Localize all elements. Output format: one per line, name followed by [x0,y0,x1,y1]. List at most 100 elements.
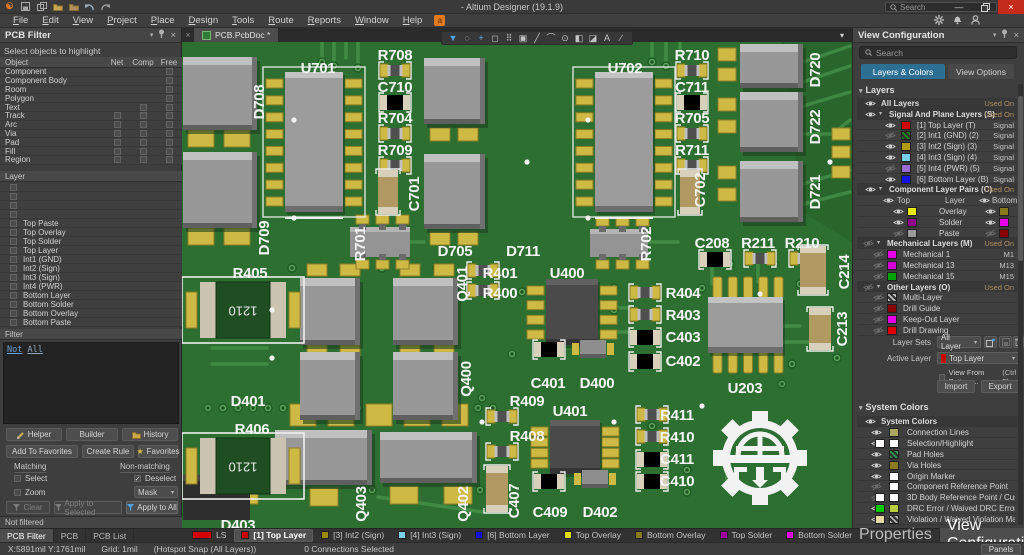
top-color-swatch[interactable] [907,207,917,216]
color-swatch[interactable] [889,482,899,491]
builder-button[interactable]: Builder [66,428,118,441]
area-select-icon[interactable]: ◻ [490,32,500,44]
system-colors-section-header[interactable]: ▾System Colors [859,402,929,412]
system-color-row[interactable]: System Colors [857,416,1017,427]
menu-tools[interactable]: Tools [225,14,261,28]
layer-tree-row[interactable]: [4] Int3 (Sign) (4)Signal [857,152,1017,163]
layer-color-swatch[interactable] [901,142,911,151]
document-tab-pcbdoc[interactable]: PCB.PcbDoc * [194,28,279,42]
layer-filter-item[interactable] [0,201,182,210]
panel-tab-properties[interactable]: Properties [852,528,940,542]
layer-tree-row[interactable]: Drill Drawing [857,325,1017,336]
panel-tab-pcb[interactable]: PCB [54,529,86,543]
add-layer-set-icon[interactable] [984,336,997,348]
menu-file[interactable]: File [6,14,35,28]
fill-icon[interactable]: ◧ [574,32,584,44]
system-color-row[interactable]: Selection/Highlight [857,438,1017,449]
color-swatch[interactable] [875,493,885,502]
layer-color-swatch[interactable] [887,326,897,335]
menu-project[interactable]: Project [100,14,144,28]
layer-tab-top-overlay[interactable]: Top Overlay [558,529,627,542]
add-to-favorites-button[interactable]: Add To Favorites [6,445,78,458]
history-button[interactable]: History [122,428,178,441]
create-rule-button[interactable]: Create Rule [82,445,134,458]
favorites-button[interactable]: ★ Favorites [138,445,178,458]
helper-button[interactable]: Helper [6,428,62,441]
layer-tree-row[interactable]: [6] Bottom Layer (B)Signal [857,174,1017,185]
mask-dropdown[interactable]: Mask▾ [134,486,178,498]
layer-tree-row[interactable]: ▾Mechanical Layers (M)Used On [857,238,1017,249]
layer-tab-bottom-solder[interactable]: Bottom Solder [780,529,858,542]
layer-tab--1-top-layer[interactable]: [1] Top Layer [234,529,313,542]
top-color-swatch[interactable] [907,229,917,238]
system-color-row[interactable]: Pad Holes [857,449,1017,460]
panel-tab-pcb-filter[interactable]: PCB Filter [0,529,54,543]
layer-tree-row[interactable]: ▾Component Layer Pairs (C)Used On [857,184,1017,195]
select-checkbox[interactable]: Select [14,474,47,483]
color-swatch[interactable] [889,472,899,481]
color-swatch[interactable] [889,461,899,470]
layer-tree-row[interactable]: Mechanical 15M15 [857,271,1017,282]
close-button[interactable]: × [998,0,1024,14]
layer-filter-item[interactable] [0,192,182,201]
close-panel-icon[interactable]: × [170,30,176,41]
tab-overflow-icon[interactable]: ▾ [840,31,852,40]
layer-color-swatch[interactable] [887,261,897,270]
layer-tree-row[interactable]: TopLayerBottom [857,195,1017,206]
layer-color-swatch[interactable] [887,250,897,259]
component-icon[interactable]: ▣ [518,32,528,44]
open-folder2-icon[interactable] [68,2,79,12]
layer-tree-row[interactable]: [1] Top Layer (T)Signal [857,120,1017,131]
layer-set-ls[interactable]: LS [186,529,232,542]
layer-color-swatch[interactable] [901,164,911,173]
layer-color-swatch[interactable] [901,131,911,140]
layer-tab--6-bottom-layer[interactable]: [6] Bottom Layer [469,529,555,542]
object-row-region[interactable]: Region [0,156,182,165]
open-folder-icon[interactable] [52,2,63,12]
panel-scrollbar[interactable] [1018,84,1023,525]
import-button[interactable]: Import [937,380,975,393]
layer-tree-row[interactable]: Mechanical 1M1 [857,249,1017,260]
move-icon[interactable]: + [476,32,486,44]
route-icon[interactable]: ╱ [532,32,542,44]
layer-color-swatch[interactable] [887,315,897,324]
layer-tree-row[interactable]: Multi-Layer [857,292,1017,303]
bottom-color-swatch[interactable] [999,207,1009,216]
layer-tree-row[interactable]: Overlay [857,206,1017,217]
active-layer-dropdown[interactable]: Top Layer▾ [937,352,1019,364]
system-color-row[interactable]: Component Reference Point [857,481,1017,492]
layer-color-swatch[interactable] [887,304,897,313]
filter-icon[interactable]: ▼ [448,32,458,44]
system-color-row[interactable]: DRC Error / Waived DRC Error Markers [857,503,1017,514]
lasso-select-icon[interactable]: ◌ [462,32,472,44]
license-icon[interactable]: a [434,15,445,26]
layer-tree-row[interactable]: [2] Int1 (GND) (2)Signal [857,130,1017,141]
pin-icon[interactable] [158,29,165,41]
system-color-row[interactable]: 3D Body Reference Point / Custom Sn... [857,492,1017,503]
deselect-checkbox[interactable]: ✓Deselect [134,474,176,483]
layer-tab-top-solder[interactable]: Top Solder [714,529,779,542]
menu-design[interactable]: Design [182,14,226,28]
layer-color-swatch[interactable] [901,153,911,162]
layer-tree-row[interactable]: All LayersUsed On [857,98,1017,109]
undo-icon[interactable] [84,2,95,12]
layer-color-swatch[interactable] [901,121,911,130]
layer-filter-item[interactable] [0,183,182,192]
color-swatch[interactable] [889,439,899,448]
tab-view-options[interactable]: View Options [948,64,1014,79]
menu-reports[interactable]: Reports [301,14,348,28]
close-panel-icon[interactable]: × [1013,30,1019,41]
apply-to-selected-button[interactable]: Apply to Selected [54,501,122,514]
layer-tree-row[interactable]: [5] Int4 (PWR) (5)Signal [857,163,1017,174]
layer-tree-row[interactable]: ▾Other Layers (O)Used On [857,282,1017,293]
contrast-icon[interactable]: ◪ [588,32,598,44]
save-layer-set-icon[interactable] [999,336,1012,348]
layer-tree-row[interactable]: Mechanical 13M13 [857,260,1017,271]
layer-tab-bottom-overlay[interactable]: Bottom Overlay [629,529,712,542]
view-config-search-input[interactable]: Search [859,46,1017,59]
layer-tab--3-int2-sign-[interactable]: [3] Int2 (Sign) [315,529,390,542]
panel-menu-icon[interactable]: ▾ [150,31,154,39]
grab-icon[interactable]: ⠿ [504,32,514,44]
layer-tree-row[interactable]: ▾Signal And Plane Layers (S)Used On [857,109,1017,120]
color-swatch[interactable] [889,493,899,502]
